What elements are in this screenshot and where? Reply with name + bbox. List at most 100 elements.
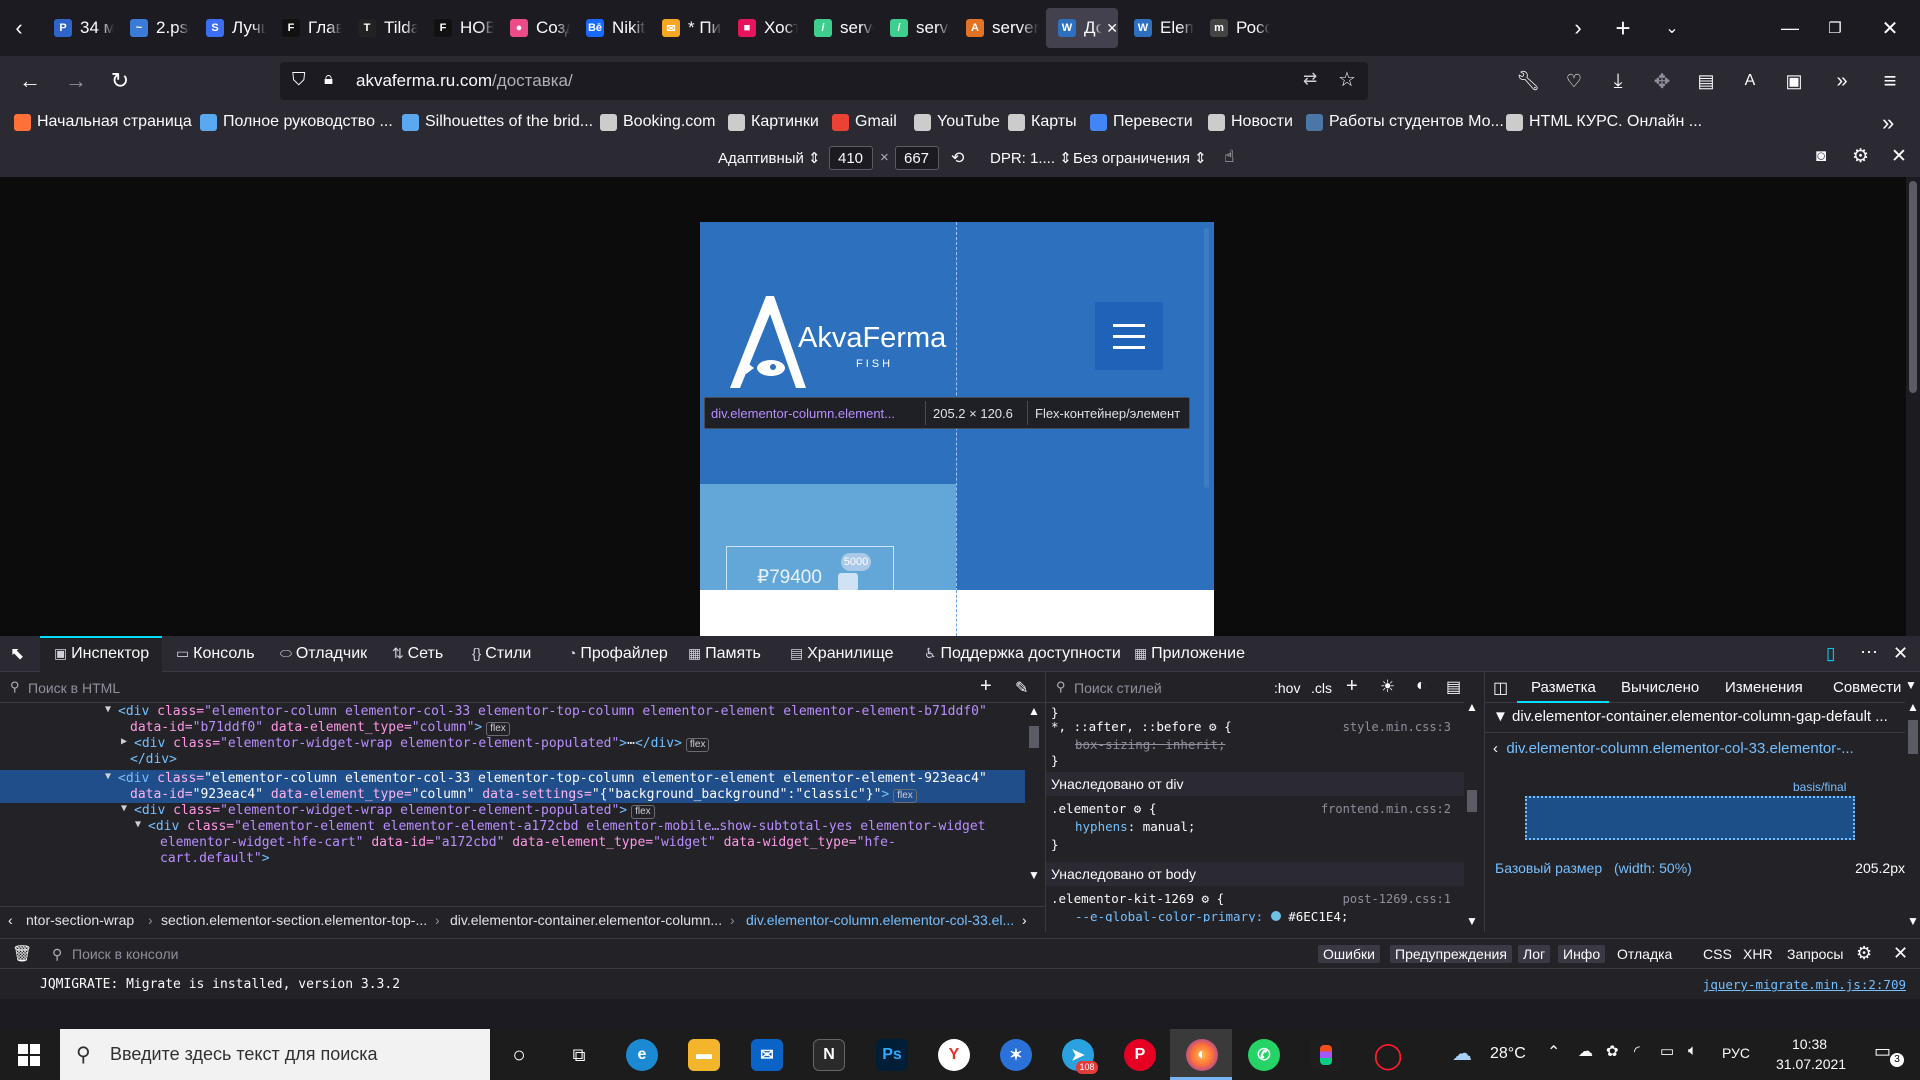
tab-profiler[interactable]: ◔ Профайлер bbox=[568, 645, 668, 663]
list-all-tabs-button[interactable]: ⌄ bbox=[1652, 8, 1692, 48]
viewport-width-input[interactable]: 410 bbox=[829, 146, 873, 170]
browser-tab[interactable]: F НОВА bbox=[422, 8, 494, 48]
bookmark-item[interactable]: Silhouettes of the brid... bbox=[402, 113, 593, 131]
translate-icon[interactable]: ⇄ bbox=[1303, 69, 1317, 89]
color-swatch[interactable] bbox=[1270, 911, 1281, 921]
input-language[interactable]: РУС bbox=[1722, 1045, 1750, 1061]
browser-tab[interactable]: Aserver bbox=[954, 8, 1042, 48]
wifi-icon[interactable]: ◜ bbox=[1634, 1042, 1640, 1060]
light-scheme-icon[interactable]: ☀ bbox=[1380, 677, 1395, 697]
styles-scrollbar[interactable] bbox=[1467, 790, 1477, 812]
console-filter-button[interactable]: Лог bbox=[1518, 945, 1551, 963]
forward-button[interactable]: → bbox=[60, 65, 92, 97]
tab-compat[interactable]: Совмести bbox=[1833, 679, 1901, 696]
notifications-icon[interactable]: ▭ bbox=[1874, 1041, 1891, 1062]
minimize-button[interactable]: — bbox=[1770, 8, 1810, 48]
reload-button[interactable]: ↻ bbox=[104, 65, 136, 97]
mobile-menu-button[interactable] bbox=[1095, 302, 1163, 370]
add-rule-icon[interactable]: + bbox=[1346, 675, 1358, 698]
hov-toggle[interactable]: :hov bbox=[1274, 680, 1300, 696]
overflow-chevron-icon[interactable]: » bbox=[1826, 65, 1858, 97]
hamburger-menu-icon[interactable]: ≡ bbox=[1874, 65, 1906, 97]
bookmark-item[interactable]: Карты bbox=[1008, 113, 1077, 131]
tab-inspector[interactable]: ▣ Инспектор bbox=[54, 645, 149, 663]
weather-temp[interactable]: 28°C bbox=[1490, 1045, 1526, 1063]
console-source-link[interactable]: jquery-migrate.min.js:2:709 bbox=[1703, 977, 1906, 992]
html-node-line[interactable]: data-id="b71ddf0" data-element_type="col… bbox=[130, 720, 510, 736]
browser-tab[interactable]: W Eleme bbox=[1122, 8, 1194, 48]
restore-button[interactable]: ❐ bbox=[1815, 8, 1855, 48]
sidebar-toggle-icon[interactable]: ◫ bbox=[1493, 678, 1508, 698]
throttling-selector[interactable]: Без ограничения ⇕ bbox=[1073, 149, 1207, 167]
html-node-line[interactable]: ▼ <div class="elementor-column elementor-… bbox=[105, 704, 987, 719]
taskbar-search-input[interactable]: Введите здесь текст для поиска bbox=[110, 1044, 378, 1065]
styles-search-input[interactable]: Поиск стилей bbox=[1074, 680, 1162, 696]
flex-badge[interactable]: flex bbox=[631, 805, 655, 819]
rule-property-overridden[interactable]: box-sizing: inherit; bbox=[1051, 737, 1451, 753]
close-devtools-icon[interactable]: ✕ bbox=[1893, 643, 1908, 664]
breadcrumb-right-icon[interactable]: › bbox=[1022, 912, 1027, 928]
console-filter-input[interactable]: Поиск в консоли bbox=[72, 946, 178, 962]
battery-icon[interactable]: ▭ bbox=[1660, 1042, 1674, 1060]
browser-tab[interactable]: / server bbox=[802, 8, 874, 48]
close-console-icon[interactable]: ✕ bbox=[1893, 943, 1908, 964]
bookmark-item[interactable]: HTML КУРС. Онлайн ... bbox=[1506, 113, 1702, 131]
flex-badge[interactable]: flex bbox=[486, 722, 510, 736]
pinterest-icon[interactable]: P bbox=[1124, 1039, 1156, 1071]
html-node-line[interactable]: ▼ <div class="elementor-column elementor-… bbox=[105, 771, 987, 786]
clock-date[interactable]: 31.07.2021 bbox=[1776, 1056, 1846, 1072]
onedrive-icon[interactable]: ☁ bbox=[1578, 1042, 1593, 1060]
bookmark-item[interactable]: Gmail bbox=[832, 113, 897, 131]
trash-icon[interactable]: 🗑︎ bbox=[12, 944, 32, 964]
tab-debugger[interactable]: ⬭ Отладчик bbox=[280, 645, 367, 663]
browser-tab[interactable]: ● Созда bbox=[498, 8, 570, 48]
dpr-selector[interactable]: DPR: 1.... ⇕ bbox=[990, 149, 1072, 167]
bookmark-item[interactable]: Новости bbox=[1208, 113, 1293, 131]
viewport-scrollbar[interactable] bbox=[1909, 181, 1917, 393]
firefox-icon[interactable]: ◐ bbox=[1186, 1039, 1218, 1071]
rule-source[interactable]: style.min.css:3 bbox=[1343, 719, 1451, 735]
tab-layout[interactable]: Разметка bbox=[1531, 679, 1596, 696]
close-rdm-icon[interactable]: ✕ bbox=[1891, 145, 1907, 168]
html-scrollbar[interactable] bbox=[1029, 726, 1039, 748]
bookmark-item[interactable]: YouTube bbox=[914, 113, 1000, 131]
node-twisty-icon[interactable]: ▼ bbox=[121, 803, 127, 814]
bookmark-item[interactable]: Картинки bbox=[728, 113, 819, 131]
photoshop-icon[interactable]: Ps bbox=[876, 1039, 908, 1071]
flex-badge[interactable]: flex bbox=[685, 738, 710, 752]
shield-icon[interactable]: ⛉ bbox=[292, 69, 306, 90]
tab-application[interactable]: ▦ Приложение bbox=[1134, 645, 1245, 663]
add-node-icon[interactable]: + bbox=[980, 675, 992, 698]
notion-icon[interactable]: N bbox=[813, 1039, 845, 1071]
html-node-line[interactable]: ▼ <div class="elementor-element elementor… bbox=[135, 819, 985, 834]
console-filter-button[interactable]: Отладка bbox=[1612, 945, 1677, 963]
breadcrumb-item[interactable]: div.elementor-container.elementor-column… bbox=[450, 912, 722, 928]
node-twisty-icon[interactable]: ▼ bbox=[105, 771, 111, 782]
tab-style-editor[interactable]: {} Стили bbox=[472, 645, 531, 663]
node-twisty-icon[interactable]: ▼ bbox=[105, 704, 111, 715]
console-filter-button[interactable]: Предупреждения bbox=[1390, 945, 1512, 963]
lock-icon[interactable]: 🔒︎ bbox=[324, 69, 333, 89]
flex-badge[interactable]: flex bbox=[893, 789, 917, 803]
tab-storage[interactable]: ▤ Хранилище bbox=[790, 645, 894, 663]
flex-container-header[interactable]: ▼ div.elementor-container.elementor-colu… bbox=[1493, 708, 1903, 725]
tab-console[interactable]: ▭ Консоль bbox=[176, 645, 255, 663]
tray-chevron-icon[interactable]: ⌃ bbox=[1547, 1042, 1560, 1062]
browser-tab[interactable]: ✉ * Пись bbox=[650, 8, 722, 48]
browser-tab[interactable]: T Tilda: bbox=[346, 8, 418, 48]
console-settings-icon[interactable]: ⚙ bbox=[1856, 943, 1872, 964]
tab-memory[interactable]: ▦ Память bbox=[688, 645, 761, 663]
wrench-icon[interactable]: 🔧︎ bbox=[1512, 65, 1544, 97]
dark-scheme-icon[interactable]: ◐ bbox=[1416, 677, 1426, 695]
viewport-height-input[interactable]: 667 bbox=[895, 146, 939, 170]
opera-icon[interactable]: ◯ bbox=[1372, 1039, 1404, 1071]
browser-tab[interactable]: W Дос✕ bbox=[1046, 8, 1118, 48]
edge-icon[interactable]: e bbox=[626, 1039, 658, 1071]
browser-tab[interactable]: F Главн bbox=[270, 8, 342, 48]
browser-tab[interactable]: m Росси bbox=[1198, 8, 1270, 48]
tab-computed[interactable]: Вычислено bbox=[1621, 679, 1699, 696]
console-filter-button[interactable]: XHR bbox=[1738, 945, 1778, 963]
mail-icon[interactable]: ✉ bbox=[751, 1039, 783, 1071]
html-node-line[interactable]: elementor-widget-hfe-cart" data-id="a172… bbox=[160, 835, 896, 850]
rotate-viewport-icon[interactable]: ⟲ bbox=[951, 148, 964, 168]
